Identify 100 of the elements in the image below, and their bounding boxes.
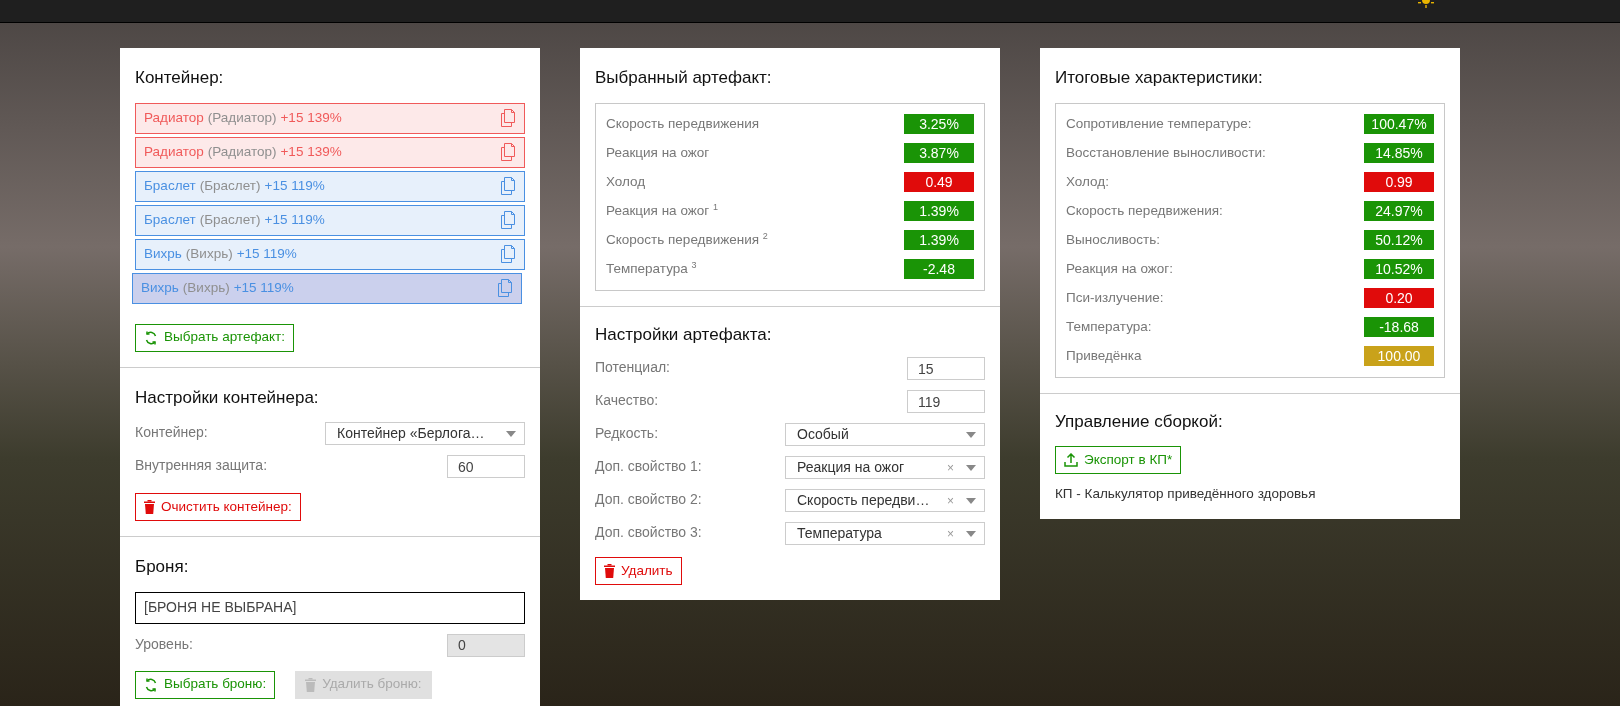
artifact-name: Браслет [144, 176, 196, 195]
artifact-stats: +15 119% [233, 278, 294, 297]
caret-icon [966, 464, 976, 471]
stat-value: -2.48 [904, 259, 974, 279]
artifact-stats: +15 119% [264, 176, 325, 195]
field-label: Потенциал: [595, 358, 670, 377]
artifact-stats: +15 119% [236, 244, 297, 263]
stat-value: 24.97% [1364, 201, 1434, 221]
refresh-icon [144, 677, 158, 692]
pick-artifact-button[interactable]: Выбрать артефакт: [135, 323, 294, 352]
stat-value: 14.85% [1364, 143, 1434, 163]
artifact-stats: +15 139% [280, 142, 342, 161]
section-title: Выбранный артефакт: [595, 67, 773, 89]
field-label: Редкость: [595, 424, 659, 443]
caret-icon [506, 430, 516, 437]
field-label: Доп. свойство 1: [595, 457, 702, 476]
stat-label: Холод: [1066, 172, 1109, 191]
trash-icon [305, 677, 317, 692]
number-field[interactable]: 15 [907, 357, 985, 380]
artifact-name: Вихрь [141, 278, 179, 297]
artifact-row[interactable]: Радиатор (Радиатор) +15 139% [135, 102, 525, 134]
stat-label: Реакция на ожог [606, 143, 710, 162]
section-title: Настройки контейнера: [135, 386, 320, 409]
field-label: Доп. свойство 3: [595, 523, 702, 542]
artifact-row[interactable]: Браслет (Браслет) +15 119% [135, 170, 525, 202]
clear-icon[interactable]: × [947, 491, 954, 510]
dropdown[interactable]: Реакция на ожог × [785, 456, 985, 479]
section-title: Итоговые характеристики: [1055, 67, 1264, 89]
field-label: Контейнер: [135, 423, 208, 442]
stat-value: 100.47% [1364, 114, 1434, 134]
trash-icon [604, 564, 615, 578]
stat-label: Приведёнка [1066, 346, 1142, 365]
stat-label: Холод [606, 172, 646, 191]
stat-label: Пси-излучение: [1066, 288, 1164, 307]
section-title: Броня: [135, 556, 190, 578]
section-title: Настройки артефакта: [595, 323, 773, 346]
artifact-name: Радиатор [144, 142, 204, 161]
clear-container-button[interactable]: Очистить контейнер: [135, 493, 301, 521]
section-title: Управление сборкой: [1055, 410, 1224, 433]
dropdown[interactable]: Скорость передви… × [785, 489, 985, 512]
artifact-name: Браслет [144, 210, 196, 229]
stat-value: 1.39% [904, 201, 974, 221]
field-label: Уровень: [135, 634, 193, 654]
number-field[interactable]: 119 [907, 390, 985, 413]
dropdown[interactable]: Особый [785, 423, 985, 446]
stat-label: Реакция на ожог: [1066, 259, 1173, 278]
trash-icon [144, 500, 155, 514]
stat-value: 50.12% [1364, 230, 1434, 250]
stat-value: -18.68 [1364, 317, 1434, 337]
artifact-base: (Браслет) [199, 176, 261, 195]
dropdown[interactable]: Контейнер «Берлога… [325, 422, 525, 445]
stat-label: Реакция на ожог $^{1}$ [606, 201, 718, 220]
armor-field[interactable]: [БРОНЯ НЕ ВЫБРАНА] [135, 591, 525, 624]
pick-armor-button[interactable]: Выбрать броню: [135, 670, 276, 699]
note-text: КП - Калькулятор приведённого здоровья [1055, 485, 1317, 503]
stat-value: 1.39% [904, 230, 974, 250]
artifact-row[interactable]: Браслет (Браслет) +15 119% [135, 204, 525, 236]
caret-icon [966, 431, 976, 438]
stat-value: 3.25% [904, 114, 974, 134]
stat-value: 0.49 [904, 172, 974, 192]
section-title: Контейнер: [135, 67, 225, 89]
field-label: Внутренняя защита: [135, 456, 268, 475]
artifact-stats: +15 119% [264, 210, 325, 229]
stat-label: Скорость передвижения: [1066, 201, 1223, 220]
artifact-base: (Вихрь) [182, 278, 230, 297]
caret-icon [966, 497, 976, 504]
clear-icon[interactable]: × [947, 458, 954, 477]
artifact-name: Радиатор [144, 108, 204, 127]
delete-button[interactable]: Удалить [595, 557, 682, 585]
artifact-base: (Радиатор) [207, 142, 277, 161]
stat-value: 10.52% [1364, 259, 1434, 279]
artifact-row[interactable]: Радиатор (Радиатор) +15 139% [135, 136, 525, 168]
stat-value: 100.00 [1364, 346, 1434, 366]
copy-icon[interactable] [500, 210, 516, 230]
artifact-stats: +15 139% [280, 108, 342, 127]
clear-icon[interactable]: × [947, 524, 954, 543]
stat-label: Скорость передвижения $^{2}$ [606, 230, 768, 249]
stat-label: Выносливость: [1066, 230, 1161, 249]
copy-icon[interactable] [500, 244, 516, 264]
stat-value: 3.87% [904, 143, 974, 163]
artifact-name: Вихрь [144, 244, 182, 263]
copy-icon[interactable] [500, 176, 516, 196]
export-button[interactable]: Экспорт в КП* [1055, 446, 1182, 474]
artifact-row[interactable]: Вихрь (Вихрь) +15 119% [132, 272, 522, 304]
artifact-base: (Радиатор) [207, 108, 277, 127]
stat-value: 0.20 [1364, 288, 1434, 308]
refresh-icon [144, 330, 158, 345]
dropdown[interactable]: Температура × [785, 522, 985, 545]
copy-icon[interactable] [497, 278, 513, 298]
field-label: Качество: [595, 391, 659, 410]
sun-icon[interactable] [1417, 0, 1435, 10]
caret-icon [966, 530, 976, 537]
copy-icon[interactable] [500, 142, 516, 162]
copy-icon[interactable] [500, 108, 516, 128]
stat-label: Скорость передвижения [606, 114, 760, 133]
stat-label: Сопротивление температуре: [1066, 114, 1252, 133]
artifact-row[interactable]: Вихрь (Вихрь) +15 119% [135, 238, 525, 270]
stat-label: Температура: [1066, 317, 1152, 336]
number-field[interactable]: 60 [447, 455, 525, 478]
stat-label: Восстановление выносливости: [1066, 143, 1266, 162]
